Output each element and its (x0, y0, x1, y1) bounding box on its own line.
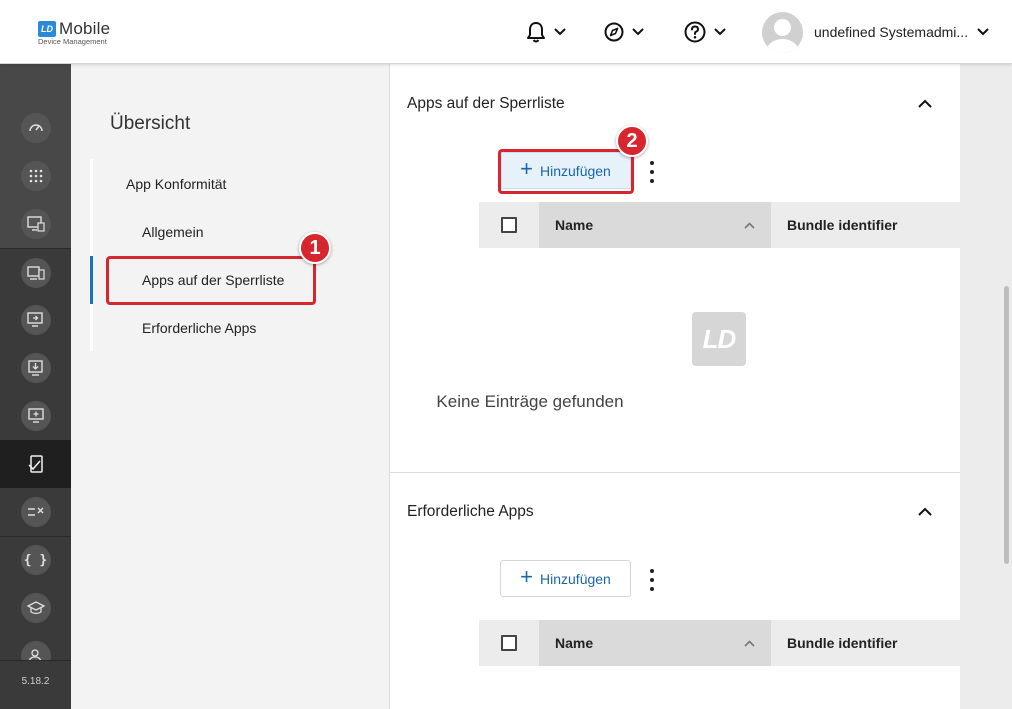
empty-state-text: Keine Einträge gefunden (436, 392, 624, 411)
app-logo[interactable]: LD Mobile Device Management (38, 20, 110, 46)
chevron-down-icon (714, 28, 726, 36)
content-panel: Apps auf der Sperrliste + Hinzufügen 2 N… (389, 64, 961, 709)
required-apps-title: Erforderliche Apps (407, 503, 534, 520)
rail-item-education[interactable] (0, 584, 71, 632)
user-menu[interactable]: undefined Systemadmi... (762, 11, 989, 53)
empty-state-logo: LD (692, 312, 746, 366)
device-transfer-icon (26, 312, 43, 327)
column-name-label: Name (555, 635, 594, 651)
section-nav: Übersicht App Konformität Allgemein Apps… (71, 64, 389, 709)
logo-badge: LD (38, 21, 56, 37)
step-badge: 2 (616, 125, 648, 157)
blacklist-table-header: Name Bundle identifier (479, 202, 961, 248)
nav-active-indicator (90, 256, 93, 304)
highlight-box (106, 256, 316, 305)
rail-item-dashboard[interactable] (0, 104, 71, 152)
add-button-label: Hinzufügen (540, 570, 611, 587)
nav-item-general[interactable]: Allgemein (142, 224, 203, 240)
step-badge: 1 (299, 232, 331, 264)
more-options-icon[interactable] (645, 569, 659, 591)
monitor-add-icon (27, 408, 44, 423)
rail-item-device-transfer[interactable] (0, 296, 71, 344)
plus-icon: + (520, 564, 534, 589)
compass-icon (604, 22, 624, 42)
select-all-checkbox[interactable] (501, 217, 517, 233)
chevron-down-icon (977, 28, 989, 36)
help-icon (684, 21, 706, 43)
users-icon (28, 649, 41, 660)
nav-item-app-compliance[interactable]: App Konformität (126, 176, 226, 192)
rail-item-monitor-add[interactable] (0, 392, 71, 440)
user-name: undefined Systemadmi... (814, 24, 969, 40)
avatar (762, 11, 803, 53)
education-icon (26, 601, 45, 615)
required-table-header: Name Bundle identifier (479, 620, 961, 666)
help-button[interactable] (684, 18, 726, 46)
column-header-bundle[interactable]: Bundle identifier (771, 620, 961, 666)
column-header-bundle[interactable]: Bundle identifier (771, 202, 961, 248)
dashboard-icon (28, 124, 43, 132)
scrollbar[interactable] (1004, 286, 1009, 564)
explore-button[interactable] (604, 18, 644, 46)
icon-rail: { } 5.18.2 (0, 64, 71, 709)
logo-title: Mobile (59, 19, 111, 38)
rail-item-users[interactable] (0, 632, 71, 660)
logo-subtitle: Device Management (38, 37, 107, 46)
sort-asc-icon (744, 639, 755, 647)
rail-item-download[interactable] (0, 344, 71, 392)
rail-item-device-settings[interactable] (0, 200, 71, 248)
required-add-button[interactable]: + Hinzufügen (500, 560, 631, 597)
column-header-name[interactable]: Name (539, 620, 771, 666)
column-name-label: Name (555, 217, 594, 233)
apps-grid-icon (29, 169, 42, 183)
sort-asc-icon (744, 221, 755, 229)
app-version: 5.18.2 (21, 676, 50, 687)
chevron-up-icon[interactable] (918, 507, 932, 516)
select-all-checkbox[interactable] (501, 635, 517, 651)
blacklist-title: Apps auf der Sperrliste (407, 95, 565, 112)
chevron-down-icon (554, 28, 566, 36)
chevron-down-icon (632, 28, 644, 36)
rail-item-devices[interactable] (0, 249, 71, 297)
rail-item-code[interactable]: { } (0, 536, 71, 584)
highlight-box (498, 149, 634, 194)
devices-icon (26, 266, 45, 280)
rules-icon (27, 507, 43, 516)
code-icon: { } (23, 552, 48, 568)
nav-title: Übersicht (110, 113, 191, 134)
rail-item-rules[interactable] (0, 488, 71, 536)
app-compliance-icon (27, 455, 43, 473)
nav-item-required-apps[interactable]: Erforderliche Apps (142, 320, 256, 336)
notifications-button[interactable] (526, 18, 566, 46)
chevron-up-icon[interactable] (918, 99, 932, 108)
device-settings-icon (26, 216, 45, 232)
rail-item-app-compliance[interactable] (0, 440, 71, 488)
top-bar: LD Mobile Device Management undefined Sy… (0, 0, 1012, 64)
more-options-icon[interactable] (645, 161, 659, 183)
rail-item-apps[interactable] (0, 152, 71, 200)
download-icon (27, 360, 43, 376)
bell-icon (527, 22, 545, 43)
nav-track (90, 159, 93, 351)
divider (390, 472, 961, 473)
column-header-name[interactable]: Name (539, 202, 771, 248)
